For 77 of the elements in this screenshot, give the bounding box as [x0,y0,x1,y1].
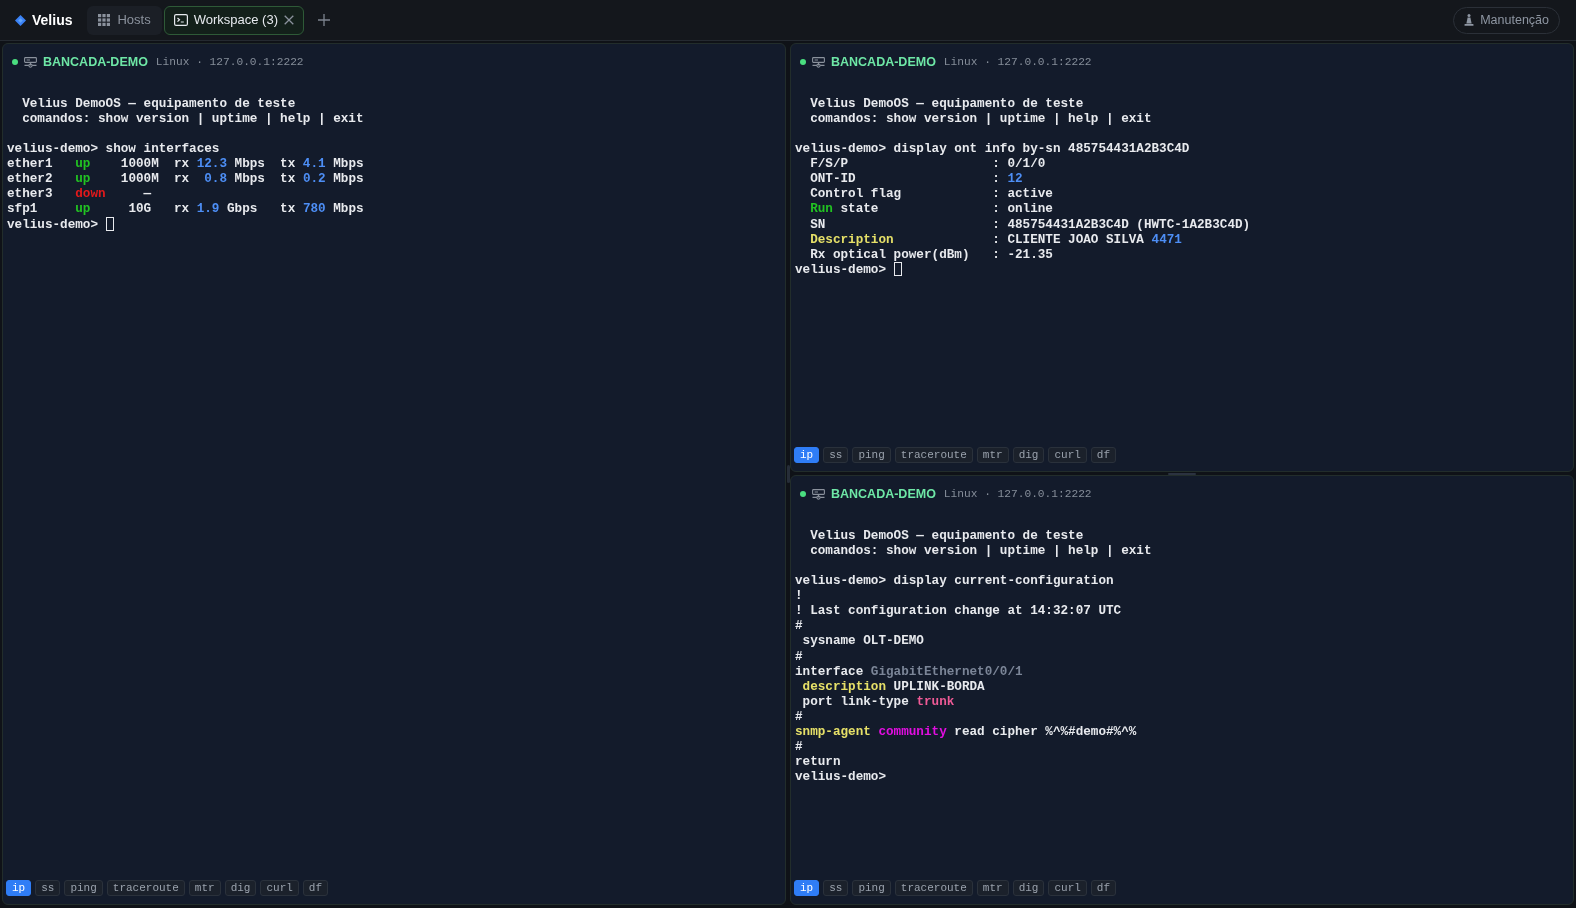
terminal-line: comandos: show version | uptime | help | exit [21,111,364,127]
terminal-line: sfp1 up 10G rx 1.9 Gbps tx 780 Mbps [7,201,364,217]
connection-info: Linux · 127.0.0.1:2222 [943,54,1092,70]
terminal-line: velius-demo> [795,769,887,785]
terminal-line: Velius DemoOS — equipamento de teste [809,96,1084,112]
tab[interactable]: Hosts [87,5,162,35]
terminal-line: interface GigabitEthernet0/0/1 [795,663,1023,679]
connection-info: Linux · 127.0.0.1:2222 [943,486,1092,502]
command-chip[interactable]: ip [6,880,32,896]
terminal-line: port link-type trunk [801,693,955,709]
terminal-line: ether3 down — [7,186,152,202]
terminal-line: Rx optical power(dBm) : -21.35 [809,246,1053,262]
terminal-line: # [795,708,803,724]
terminal-line: ! [795,588,803,604]
command-chip[interactable]: mtr [976,447,1009,463]
terminal-line: ether2 up 1000M rx 0.8 Mbps tx 0.2 Mbps [7,171,364,187]
command-chip[interactable]: ss [35,880,61,896]
command-chip[interactable]: traceroute [894,880,973,896]
tab[interactable]: Workspace (3) [163,5,304,35]
terminal-line: # [795,738,803,754]
command-chip[interactable]: curl [1048,447,1087,463]
terminal-line: Description : CLIENTE JOAO SILVA 4471 [809,231,1182,247]
command-chip[interactable]: dig [1012,447,1045,463]
terminal-line: ONT-ID : 12 [809,171,1023,187]
terminal-line: # [795,618,803,634]
terminal-line: velius-demo> [7,216,99,232]
command-chip[interactable]: curl [1048,880,1087,896]
command-chip[interactable]: df [1090,447,1117,463]
diamond-logo-icon [15,14,26,26]
command-chip[interactable]: df [1090,880,1117,896]
terminal-line: description UPLINK-BORDA [801,678,985,694]
command-chip[interactable]: ping [852,880,891,896]
connection-info: Linux · 127.0.0.1:2222 [155,54,304,70]
terminal-line: sysname OLT-DEMO [801,633,924,649]
command-chip[interactable]: mtr [188,880,221,896]
command-chip[interactable]: curl [260,880,299,896]
terminal-line: velius-demo> display current-configuration [795,573,1114,589]
terminal-line: Control flag : active [809,186,1053,202]
command-chip[interactable]: traceroute [894,447,973,463]
terminal-line: ether1 up 1000M rx 12.3 Mbps tx 4.1 Mbps [7,156,364,172]
host-name: BANCADA-DEMO [831,485,936,503]
terminal-line: velius-demo> show interfaces [7,141,220,157]
terminal-line: F/S/P : 0/1/0 [809,156,1046,172]
command-chip[interactable]: traceroute [106,880,185,896]
terminal-line: velius-demo> display ont info by-sn 485754431A2B3C4D [795,141,1190,157]
terminal-line: velius-demo> [795,261,887,277]
terminal-line: Run state : online [809,201,1053,217]
command-chip[interactable]: ip [794,447,820,463]
command-chip[interactable]: ss [823,880,849,896]
terminal-line: return [795,753,841,769]
command-chip[interactable]: ping [852,447,891,463]
terminal-line: snmp-agent community read cipher %^%#demo#%^% [795,723,1137,739]
terminal-line: # [795,648,803,664]
terminal-line: ! Last configuration change at 14:32:07 UTC [795,603,1122,619]
plus-icon[interactable] [318,14,330,26]
server-icon [24,56,37,68]
terminal-line: Velius DemoOS — equipamento de teste [809,528,1084,544]
app-name: Velius [32,10,73,30]
command-chip[interactable]: df [302,880,329,896]
command-chip[interactable]: ping [64,880,103,896]
terminal-line: SN : 485754431A2B3C4D (HWTC-1A2B3C4D) [809,216,1251,232]
host-name: BANCADA-DEMO [43,53,148,71]
terminal-line: comandos: show version | uptime | help | exit [809,543,1152,559]
terminal-icon [173,14,188,26]
terminal-line: Velius DemoOS — equipamento de teste [21,96,296,112]
grid-icon [98,14,111,26]
command-chip[interactable]: ss [823,447,849,463]
server-icon [812,56,825,68]
command-chip[interactable]: ip [794,880,820,896]
close-icon[interactable] [284,15,294,25]
host-name: BANCADA-DEMO [831,53,936,71]
terminal-line: comandos: show version | uptime | help | exit [809,111,1152,127]
cone-icon [1464,14,1475,26]
command-chip[interactable]: dig [1012,880,1045,896]
command-chip[interactable]: mtr [976,880,1009,896]
server-icon [812,488,825,500]
command-chip[interactable]: dig [224,880,257,896]
